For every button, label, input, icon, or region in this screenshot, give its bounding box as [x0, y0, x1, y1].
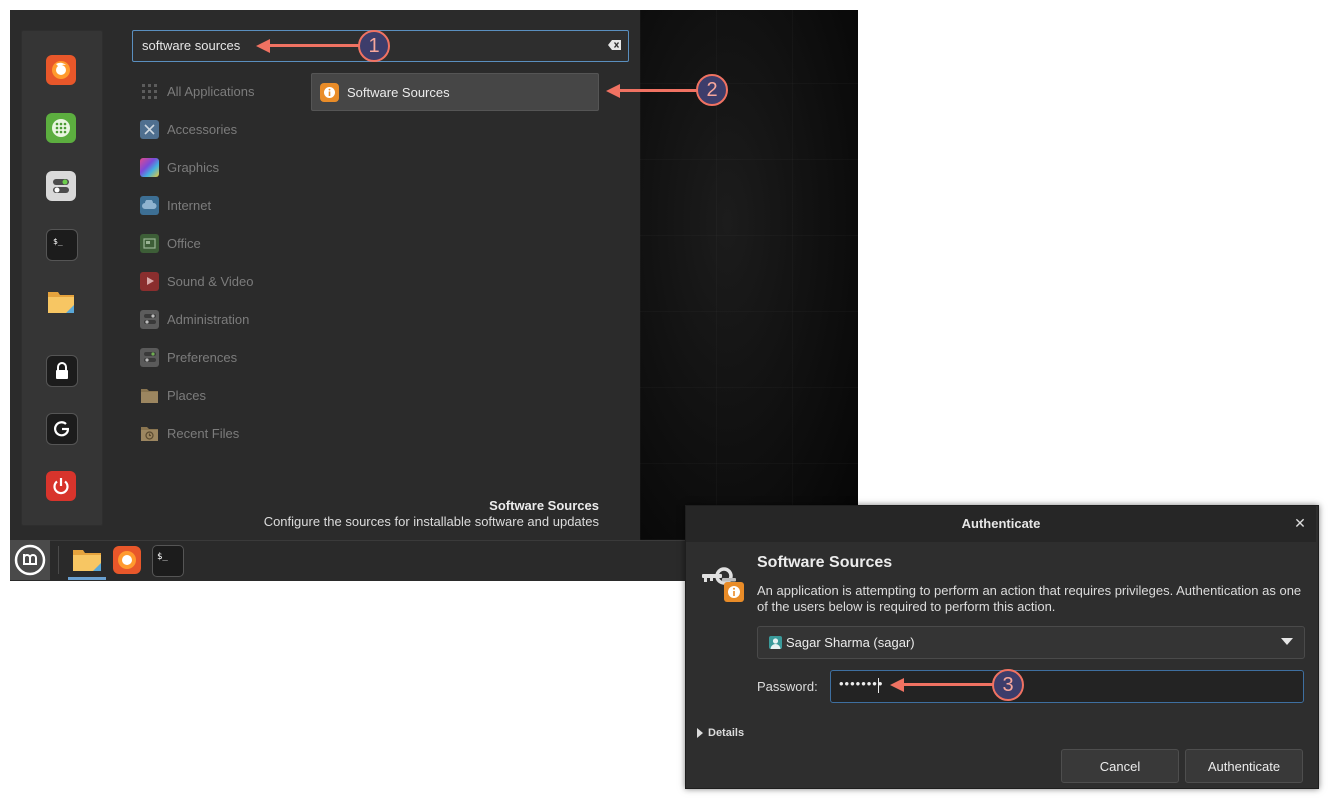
- logout-icon: [54, 421, 70, 437]
- software-sources-icon: [320, 82, 339, 102]
- category-internet[interactable]: Internet: [140, 193, 211, 217]
- category-sound-video[interactable]: Sound & Video: [140, 269, 254, 293]
- password-label: Password:: [757, 679, 818, 694]
- user-avatar-icon: [769, 636, 782, 649]
- callout-3: 3: [992, 669, 1024, 701]
- dialog-app-name: Software Sources: [757, 554, 893, 571]
- category-label: Graphics: [167, 159, 220, 175]
- callout-2: 2: [696, 74, 728, 106]
- category-office[interactable]: Office: [140, 231, 201, 255]
- favorite-files[interactable]: [46, 287, 76, 317]
- category-accessories[interactable]: Accessories: [140, 117, 237, 141]
- search-result-label: Software Sources: [347, 84, 450, 100]
- details-label: Details: [708, 727, 745, 739]
- category-recent-files[interactable]: Recent Files: [140, 421, 239, 445]
- favorite-shutdown[interactable]: [46, 471, 76, 501]
- cancel-button[interactable]: Cancel: [1061, 749, 1179, 783]
- category-all-applications[interactable]: All Applications: [140, 79, 254, 103]
- category-label: Internet: [167, 197, 212, 213]
- office-icon: [140, 233, 159, 253]
- selected-user: Sagar Sharma (sagar): [786, 635, 915, 650]
- favorite-logout[interactable]: [46, 413, 78, 445]
- lock-icon: [56, 362, 68, 379]
- terminal-icon: $_: [53, 237, 63, 246]
- category-label: Accessories: [167, 121, 238, 137]
- callout-arrow-3-line: [902, 683, 994, 686]
- files-icon: [48, 292, 74, 313]
- callout-1: 1: [358, 30, 390, 62]
- favorite-firefox[interactable]: [46, 55, 76, 85]
- user-select[interactable]: Sagar Sharma (sagar): [757, 626, 1305, 659]
- firefox-icon: [52, 61, 70, 79]
- graphics-icon: [140, 157, 159, 177]
- text-caret: [878, 678, 879, 693]
- favorite-software-manager[interactable]: [46, 113, 76, 143]
- software-manager-icon: [52, 119, 70, 137]
- details-expander[interactable]: Details: [697, 727, 744, 739]
- category-label: Sound & Video: [167, 273, 254, 289]
- authenticate-button[interactable]: Authenticate: [1185, 749, 1303, 783]
- menu-icon: [14, 544, 46, 576]
- play-icon: [140, 271, 159, 291]
- administration-icon: [140, 309, 159, 329]
- internet-cloud-icon: [140, 195, 159, 215]
- category-places[interactable]: Places: [140, 383, 206, 407]
- search-result-software-sources[interactable]: Software Sources: [311, 73, 599, 111]
- password-field-value: ••••••••: [839, 676, 884, 691]
- category-label: Office: [167, 235, 201, 251]
- svg-text:$_: $_: [53, 237, 63, 246]
- callout-arrow-1-line: [268, 44, 360, 47]
- search-input-value: software sources: [142, 38, 241, 53]
- recent-files-icon: [141, 426, 158, 441]
- active-window-indicator: [68, 577, 106, 580]
- category-graphics[interactable]: Graphics: [140, 155, 219, 179]
- taskbar-files[interactable]: [72, 545, 102, 575]
- category-label: Recent Files: [167, 425, 240, 441]
- taskbar-terminal[interactable]: $_: [152, 545, 184, 577]
- system-settings-icon: [53, 179, 69, 193]
- power-icon: [53, 478, 69, 495]
- files-icon: [73, 550, 101, 571]
- category-preferences[interactable]: Preferences: [140, 345, 237, 369]
- preferences-icon: [140, 347, 159, 367]
- category-label: Administration: [167, 311, 250, 327]
- keys-icon: [700, 566, 746, 602]
- folder-icon: [141, 388, 158, 403]
- callout-arrow-2-line: [618, 89, 698, 92]
- selected-app-description: Configure the sources for installable so…: [263, 514, 599, 529]
- favorite-terminal[interactable]: $_: [46, 229, 78, 261]
- category-label: Preferences: [167, 349, 238, 365]
- category-label: Places: [167, 387, 207, 403]
- menu-button[interactable]: [10, 540, 50, 580]
- category-administration[interactable]: Administration: [140, 307, 249, 331]
- terminal-icon: $_: [157, 552, 168, 562]
- taskbar-separator: [58, 546, 59, 574]
- dialog-title: Authenticate: [961, 516, 1041, 531]
- expander-arrow-icon: [697, 728, 703, 738]
- favorite-lock-screen[interactable]: [46, 355, 78, 387]
- svg-text:$_: $_: [157, 552, 168, 562]
- clear-search-icon[interactable]: [608, 38, 622, 52]
- firefox-icon: [113, 546, 141, 574]
- selected-app-title: Software Sources: [489, 498, 599, 513]
- close-icon[interactable]: ✕: [1293, 516, 1307, 530]
- dialog-message: An application is attempting to perform …: [757, 583, 1302, 614]
- accessories-icon: [140, 119, 159, 139]
- taskbar-firefox[interactable]: [112, 545, 142, 575]
- favorites-sidebar: [21, 30, 103, 526]
- favorite-system-settings[interactable]: [46, 171, 76, 201]
- chevron-down-icon: [1281, 638, 1293, 645]
- grid-icon: [142, 83, 157, 99]
- category-label: All Applications: [167, 83, 255, 99]
